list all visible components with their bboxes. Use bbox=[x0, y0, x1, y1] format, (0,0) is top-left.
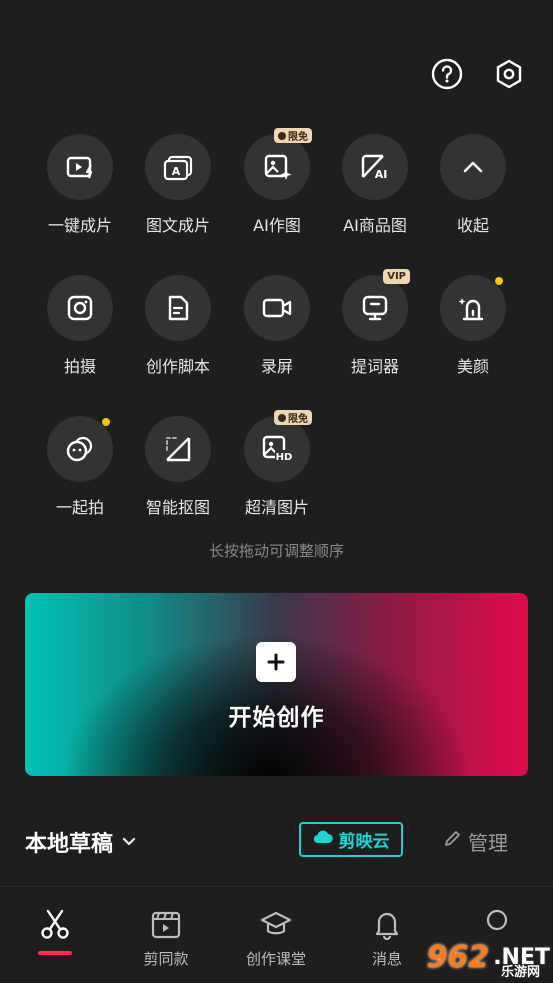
tool-label: 图文成片 bbox=[145, 216, 210, 235]
template-icon bbox=[111, 907, 221, 941]
cloud-label: 剪映云 bbox=[338, 832, 390, 852]
tool-shoot-together[interactable]: 一起拍 bbox=[30, 416, 130, 518]
reorder-hint: 长按拖动可调整顺序 bbox=[208, 542, 344, 560]
tool-label: 智能抠图 bbox=[145, 498, 210, 517]
free-badge: 限免 bbox=[274, 410, 312, 425]
tool-hd-image[interactable]: HD 限免 超清图片 bbox=[227, 410, 327, 518]
notification-dot bbox=[102, 418, 110, 426]
tool-smart-cutout[interactable]: 智能抠图 bbox=[128, 416, 228, 518]
tool-label: 超清图片 bbox=[244, 498, 309, 517]
vip-badge: VIP bbox=[383, 269, 410, 284]
tool-label: 拍摄 bbox=[63, 357, 96, 376]
nav-label: 剪同款 bbox=[143, 950, 189, 968]
screen-record-icon bbox=[244, 275, 310, 341]
tool-label: 收起 bbox=[456, 216, 489, 235]
tool-beauty[interactable]: 美颜 bbox=[423, 275, 523, 377]
tool-label: 创作脚本 bbox=[145, 357, 210, 376]
tool-one-click-video[interactable]: 一键成片 bbox=[30, 134, 130, 236]
teleprompter-icon: VIP bbox=[342, 269, 410, 341]
smart-cutout-icon bbox=[145, 416, 211, 482]
ai-product-image-icon: AI bbox=[342, 134, 408, 200]
script-icon bbox=[145, 275, 211, 341]
tool-label: 美颜 bbox=[456, 357, 489, 376]
chevron-up-icon bbox=[440, 134, 506, 200]
chevron-down-icon bbox=[121, 830, 137, 855]
svg-text:HD: HD bbox=[276, 452, 293, 463]
ai-image-icon: 限免 bbox=[244, 128, 312, 200]
start-creating-label: 开始创作 bbox=[228, 705, 325, 731]
manage-button[interactable]: 管理 bbox=[442, 827, 508, 856]
svg-text:A: A bbox=[172, 165, 181, 178]
free-badge: 限免 bbox=[274, 128, 312, 143]
nav-item-edit[interactable] bbox=[0, 907, 110, 955]
active-indicator bbox=[38, 951, 72, 955]
manage-label: 管理 bbox=[468, 831, 508, 855]
beauty-icon bbox=[440, 275, 506, 341]
tool-collapse[interactable]: 收起 bbox=[423, 134, 523, 236]
tool-image-text-video[interactable]: A 图文成片 bbox=[128, 134, 228, 236]
settings-icon[interactable] bbox=[492, 57, 526, 91]
local-drafts-title: 本地草稿 bbox=[25, 832, 114, 857]
tool-label: 一起拍 bbox=[55, 498, 104, 517]
svg-text:AI: AI bbox=[375, 168, 388, 181]
nav-item-creator-class[interactable]: 创作课堂 bbox=[221, 907, 331, 969]
nav-label: 创作课堂 bbox=[245, 950, 306, 968]
tool-camera[interactable]: 拍摄 bbox=[30, 275, 130, 377]
local-drafts-dropdown[interactable]: 本地草稿 bbox=[25, 826, 137, 858]
tool-label: AI商品图 bbox=[343, 216, 407, 235]
watermark-logo: 962 .NET 乐游网 bbox=[426, 939, 550, 981]
top-actions bbox=[430, 57, 526, 91]
cloud-button[interactable]: 剪映云 bbox=[299, 822, 403, 857]
graduation-cap-icon bbox=[221, 907, 331, 941]
scissors-icon bbox=[0, 907, 110, 941]
help-icon[interactable] bbox=[430, 57, 464, 91]
start-creating-button[interactable]: 开始创作 bbox=[25, 593, 528, 776]
plus-icon bbox=[256, 642, 296, 682]
tool-label: 录屏 bbox=[260, 357, 293, 376]
hd-image-icon: HD 限免 bbox=[244, 410, 312, 482]
tool-label: 提词器 bbox=[350, 357, 399, 376]
one-click-video-icon bbox=[47, 134, 113, 200]
tool-script[interactable]: 创作脚本 bbox=[128, 275, 228, 377]
cloud-icon bbox=[313, 829, 333, 850]
tool-teleprompter[interactable]: VIP 提词器 bbox=[325, 269, 425, 377]
pencil-icon bbox=[442, 829, 462, 854]
tool-screen-record[interactable]: 录屏 bbox=[227, 275, 327, 377]
tool-label: AI作图 bbox=[253, 216, 301, 235]
nav-item-templates[interactable]: 剪同款 bbox=[111, 907, 221, 969]
camera-icon bbox=[47, 275, 113, 341]
tool-label: 一键成片 bbox=[47, 216, 112, 235]
tool-ai-product-image[interactable]: AI AI商品图 bbox=[325, 134, 425, 236]
notification-dot bbox=[495, 277, 503, 285]
shoot-together-icon bbox=[47, 416, 113, 482]
image-text-video-icon: A bbox=[145, 134, 211, 200]
tool-ai-image[interactable]: 限免 AI作图 bbox=[227, 128, 327, 236]
